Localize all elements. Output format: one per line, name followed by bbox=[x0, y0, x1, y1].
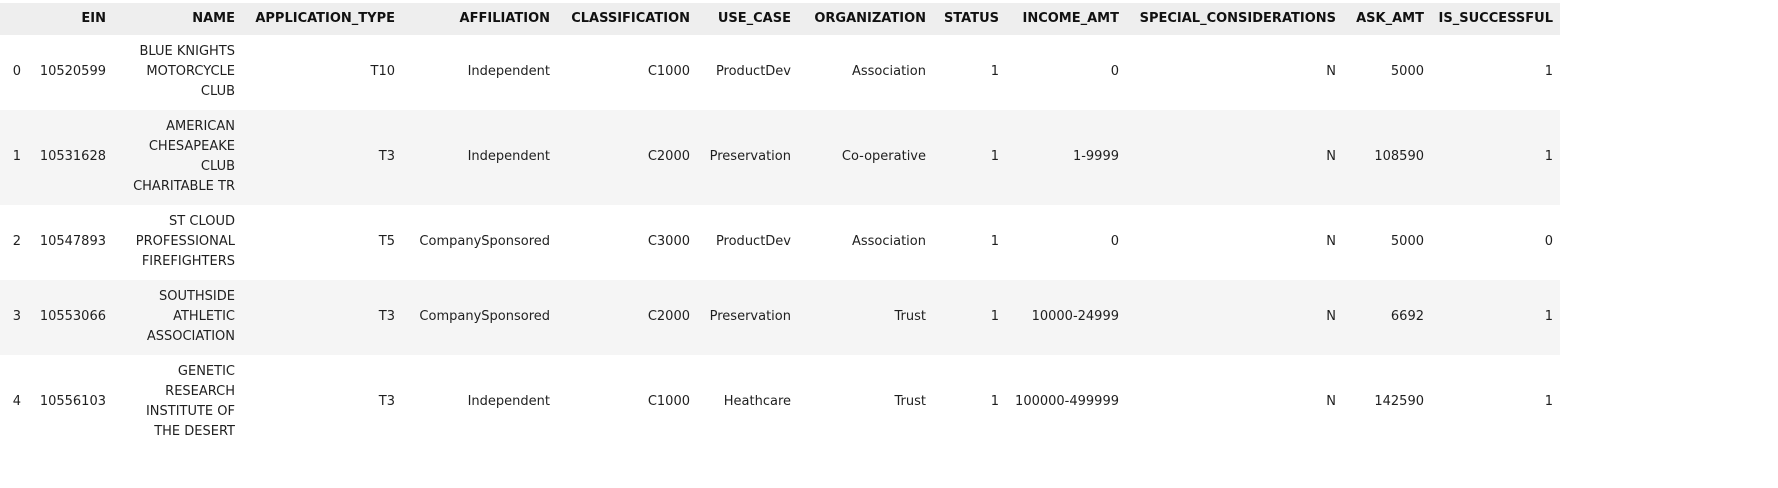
row-index: 1 bbox=[12, 149, 21, 164]
cell-organization: Association bbox=[851, 234, 926, 249]
cell-classification: C1000 bbox=[647, 64, 690, 79]
cell-application-type: T10 bbox=[370, 64, 395, 79]
cell-use-case: ProductDev bbox=[715, 64, 791, 79]
cell-ein: 10520599 bbox=[39, 64, 106, 79]
column-header-organization: ORGANIZATION bbox=[798, 3, 933, 35]
row-index: 2 bbox=[12, 234, 21, 249]
cell-ein: 10531628 bbox=[39, 149, 106, 164]
cell-income-amt: 1-9999 bbox=[1072, 149, 1119, 164]
row-index: 3 bbox=[12, 309, 21, 324]
cell-is-successful: 0 bbox=[1544, 234, 1553, 249]
cell-income-amt: 0 bbox=[1110, 64, 1119, 79]
cell-use-case: Preservation bbox=[709, 309, 791, 324]
cell-ein: 10547893 bbox=[39, 234, 106, 249]
table-row: 2 10547893 ST CLOUD PROFESSIONAL FIREFIGHT… bbox=[0, 205, 1560, 280]
cell-status: 1 bbox=[990, 234, 999, 249]
cell-classification: C3000 bbox=[647, 234, 690, 249]
cell-status: 1 bbox=[990, 309, 999, 324]
cell-special-considerations: N bbox=[1326, 309, 1336, 324]
cell-name: SOUTHSIDE ATHLETIC ASSOCIATION bbox=[146, 289, 235, 344]
cell-organization: Trust bbox=[894, 394, 926, 409]
cell-organization: Association bbox=[851, 64, 926, 79]
cell-use-case: Heathcare bbox=[723, 394, 791, 409]
row-index: 4 bbox=[12, 394, 21, 409]
cell-income-amt: 0 bbox=[1110, 234, 1119, 249]
row-index: 0 bbox=[12, 64, 21, 79]
cell-ein: 10553066 bbox=[39, 309, 106, 324]
cell-ask-amt: 142590 bbox=[1374, 394, 1424, 409]
cell-use-case: ProductDev bbox=[715, 234, 791, 249]
cell-application-type: T5 bbox=[378, 234, 395, 249]
column-header-use-case: USE_CASE bbox=[697, 3, 798, 35]
column-header-ein: EIN bbox=[28, 3, 113, 35]
cell-classification: C2000 bbox=[647, 309, 690, 324]
cell-special-considerations: N bbox=[1326, 394, 1336, 409]
cell-classification: C2000 bbox=[647, 149, 690, 164]
column-header-income-amt: INCOME_AMT bbox=[1006, 3, 1126, 35]
cell-name: GENETIC RESEARCH INSTITUTE OF THE DESERT bbox=[145, 364, 235, 439]
cell-status: 1 bbox=[990, 149, 999, 164]
cell-ask-amt: 108590 bbox=[1374, 149, 1424, 164]
column-header-affiliation: AFFILIATION bbox=[402, 3, 557, 35]
cell-special-considerations: N bbox=[1326, 234, 1336, 249]
cell-affiliation: Independent bbox=[467, 64, 550, 79]
table-header: EIN NAME APPLICATION_TYPE AFFILIATION CLASSI… bbox=[0, 3, 1560, 35]
column-header-is-successful: IS_SUCCESSFUL bbox=[1431, 3, 1560, 35]
cell-is-successful: 1 bbox=[1544, 149, 1553, 164]
table-row: 3 10553066 SOUTHSIDE ATHLETIC ASSOCIATION T… bbox=[0, 280, 1560, 355]
cell-application-type: T3 bbox=[378, 309, 395, 324]
cell-ask-amt: 6692 bbox=[1390, 309, 1424, 324]
cell-ask-amt: 5000 bbox=[1390, 64, 1424, 79]
cell-income-amt: 10000-24999 bbox=[1031, 309, 1119, 324]
cell-income-amt: 100000-499999 bbox=[1015, 394, 1119, 409]
cell-is-successful: 1 bbox=[1544, 64, 1553, 79]
cell-affiliation: CompanySponsored bbox=[419, 234, 550, 249]
cell-name: BLUE KNIGHTS MOTORCYCLE CLUB bbox=[139, 44, 235, 99]
table-body: 0 10520599 BLUE KNIGHTS MOTORCYCLE CLUB T10… bbox=[0, 35, 1560, 450]
cell-status: 1 bbox=[990, 64, 999, 79]
column-header-special-considerations: SPECIAL_CONSIDERATIONS bbox=[1126, 3, 1343, 35]
table-row: 0 10520599 BLUE KNIGHTS MOTORCYCLE CLUB T10… bbox=[0, 35, 1560, 110]
index-header bbox=[0, 3, 28, 35]
cell-organization: Trust bbox=[894, 309, 926, 324]
table-row: 1 10531628 AMERICAN CHESAPEAKE CLUB CHARIT… bbox=[0, 110, 1560, 205]
cell-special-considerations: N bbox=[1326, 64, 1336, 79]
column-header-ask-amt: ASK_AMT bbox=[1343, 3, 1431, 35]
cell-name: ST CLOUD PROFESSIONAL FIREFIGHTERS bbox=[135, 214, 235, 269]
cell-ask-amt: 5000 bbox=[1390, 234, 1424, 249]
column-header-application-type: APPLICATION_TYPE bbox=[242, 3, 402, 35]
table-row: 4 10556103 GENETIC RESEARCH INSTITUTE OF T… bbox=[0, 355, 1560, 450]
cell-application-type: T3 bbox=[378, 394, 395, 409]
cell-name: AMERICAN CHESAPEAKE CLUB CHARITABLE TR bbox=[133, 119, 235, 194]
cell-special-considerations: N bbox=[1326, 149, 1336, 164]
cell-application-type: T3 bbox=[378, 149, 395, 164]
cell-organization: Co-operative bbox=[841, 149, 926, 164]
cell-is-successful: 1 bbox=[1544, 394, 1553, 409]
column-header-name: NAME bbox=[113, 3, 242, 35]
cell-affiliation: Independent bbox=[467, 149, 550, 164]
column-header-classification: CLASSIFICATION bbox=[557, 3, 697, 35]
cell-use-case: Preservation bbox=[709, 149, 791, 164]
cell-affiliation: CompanySponsored bbox=[419, 309, 550, 324]
cell-ein: 10556103 bbox=[39, 394, 106, 409]
cell-is-successful: 1 bbox=[1544, 309, 1553, 324]
cell-affiliation: Independent bbox=[467, 394, 550, 409]
cell-status: 1 bbox=[990, 394, 999, 409]
cell-classification: C1000 bbox=[647, 394, 690, 409]
column-header-status: STATUS bbox=[933, 3, 1006, 35]
dataframe-table: EIN NAME APPLICATION_TYPE AFFILIATION CLASSI… bbox=[0, 3, 1560, 450]
